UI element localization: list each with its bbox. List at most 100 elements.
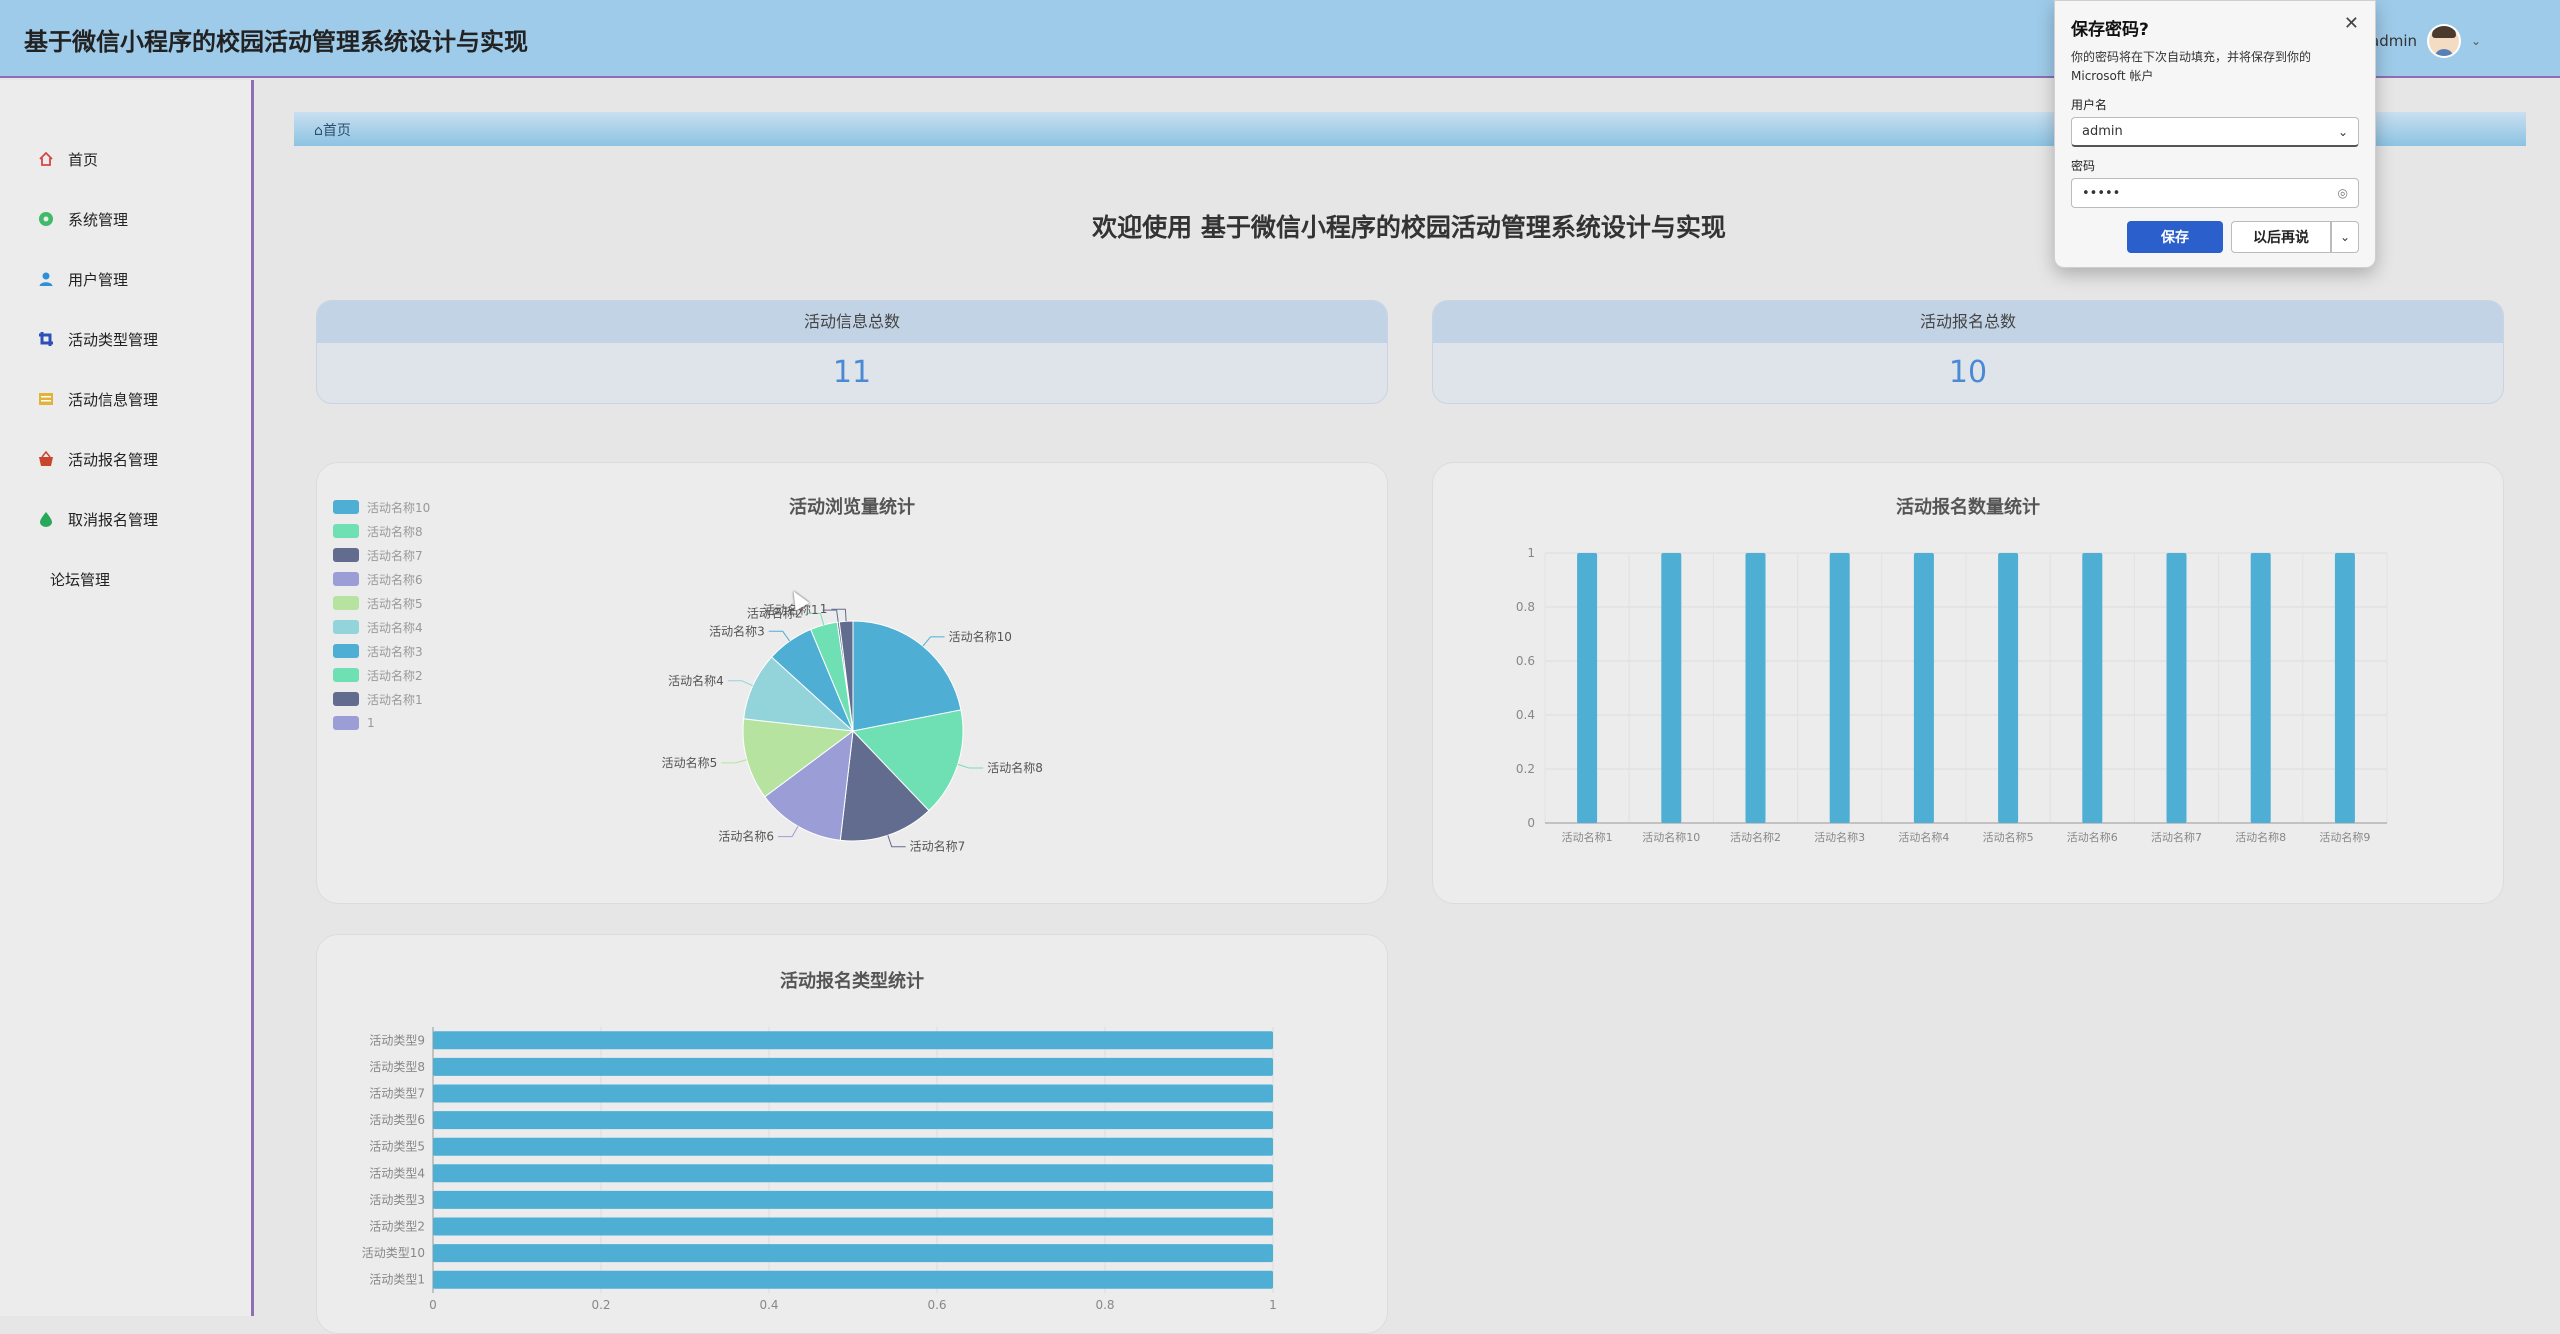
y-tick-label: 活动类型9 xyxy=(369,1033,425,1047)
stat-value: 10 xyxy=(1948,355,1988,390)
bar xyxy=(433,1270,1273,1289)
bar xyxy=(2250,553,2271,823)
drop-icon xyxy=(38,511,54,527)
dialog-title: 保存密码? xyxy=(2071,20,2149,40)
x-tick-label: 0.2 xyxy=(591,1298,610,1312)
sidebar-item-label: 首页 xyxy=(68,150,99,169)
pie-slice-label: 活动名称10 xyxy=(949,629,1012,644)
sidebar-item-forum[interactable]: 论坛管理 xyxy=(50,564,110,594)
home-icon xyxy=(38,151,54,167)
pie-slice-label: 活动名称4 xyxy=(668,673,724,688)
bar xyxy=(2334,553,2355,823)
sidebar-item-users[interactable]: 用户管理 xyxy=(38,264,128,294)
avatar[interactable] xyxy=(2427,24,2461,58)
y-tick-label: 活动类型1 xyxy=(369,1273,425,1287)
save-button[interactable]: 保存 xyxy=(2127,221,2223,253)
hbar-chart-panel: 活动报名类型统计 0 0.2 0.4 0.6 0.8 1 活动类型9 活动类型8 活动类型7 活动… xyxy=(316,934,1388,1334)
sidebar-item-label: 取消报名管理 xyxy=(68,510,159,529)
x-tick-label: 活动名称6 xyxy=(2067,830,2118,844)
x-tick-label: 活动名称10 xyxy=(1642,830,1700,844)
y-tick-label: 活动类型2 xyxy=(369,1220,425,1234)
sidebar-item-label: 活动报名管理 xyxy=(68,450,159,469)
user-menu[interactable]: admin ⌄ xyxy=(2370,24,2481,58)
x-tick-label: 0 xyxy=(429,1298,437,1312)
username-field[interactable]: admin ⌄ xyxy=(2071,117,2359,147)
bar xyxy=(433,1164,1273,1183)
y-tick-label: 活动类型5 xyxy=(369,1140,425,1154)
pie-label-line xyxy=(831,608,847,622)
sidebar-item-activity-info[interactable]: 活动信息管理 xyxy=(38,384,158,414)
bar xyxy=(1577,553,1598,823)
username-label: admin xyxy=(2370,32,2417,50)
x-tick-label: 0.4 xyxy=(759,1298,778,1312)
sidebar-item-activity-types[interactable]: 活动类型管理 xyxy=(38,324,158,354)
y-tick-label: 1 xyxy=(1527,546,1535,560)
close-icon[interactable]: ✕ xyxy=(2344,13,2359,34)
bar xyxy=(433,1031,1273,1050)
bar xyxy=(433,1111,1273,1130)
bar xyxy=(433,1084,1273,1103)
crop-icon xyxy=(38,331,54,347)
stat-label: 活动信息总数 xyxy=(317,301,1387,343)
y-tick-label: 0.8 xyxy=(1516,600,1535,614)
x-tick-label: 0.8 xyxy=(1095,1298,1114,1312)
pie-label-line xyxy=(887,835,906,848)
y-tick-label: 0.2 xyxy=(1516,762,1535,776)
sidebar-item-registrations[interactable]: 活动报名管理 xyxy=(38,444,158,474)
pie-slice-label: 活动名称3 xyxy=(709,623,765,638)
bar xyxy=(433,1244,1273,1263)
pie-slice-label: 活动名称6 xyxy=(718,829,774,844)
dialog-description: 你的密码将在下次自动填充，并将保存到你的 Microsoft 帐户 xyxy=(2071,50,2312,83)
more-options-chevron-icon[interactable]: ⌄ xyxy=(2331,221,2359,253)
x-tick-label: 0.6 xyxy=(927,1298,946,1312)
bar xyxy=(433,1137,1273,1156)
x-tick-label: 活动名称7 xyxy=(2151,830,2202,844)
bar xyxy=(1913,553,1934,823)
breadcrumb-home[interactable]: 首页 xyxy=(323,123,351,139)
x-tick-label: 活动名称1 xyxy=(1562,830,1613,844)
bar xyxy=(1998,553,2019,823)
bar xyxy=(2082,553,2103,823)
stat-card-activities: 活动信息总数 11 xyxy=(316,300,1388,404)
password-label: 密码 xyxy=(2071,159,2096,173)
y-tick-label: 活动类型7 xyxy=(369,1087,425,1101)
stat-value: 11 xyxy=(832,355,872,390)
not-now-button[interactable]: 以后再说 xyxy=(2231,221,2331,253)
sidebar-item-label: 活动信息管理 xyxy=(68,390,159,409)
bar xyxy=(1661,553,1682,823)
sidebar-item-cancellations[interactable]: 取消报名管理 xyxy=(38,504,158,534)
eye-icon[interactable]: ◎ xyxy=(2338,186,2348,200)
sidebar-item-label: 论坛管理 xyxy=(50,570,111,589)
y-tick-label: 活动类型4 xyxy=(369,1166,425,1180)
bar xyxy=(433,1217,1273,1236)
bar xyxy=(433,1190,1273,1209)
chevron-down-icon[interactable]: ⌄ xyxy=(2471,34,2481,48)
pie-label-line xyxy=(727,680,753,687)
sidebar-item-label: 用户管理 xyxy=(68,270,129,289)
pie-chart-panel: 活动浏览量统计 活动名称10 活动名称8 活动名称7 活动名称6 活动名称5 活动名称4 活… xyxy=(316,462,1388,904)
save-password-dialog: 保存密码? ✕ 你的密码将在下次自动填充，并将保存到你的 Microsoft 帐… xyxy=(2054,0,2376,268)
pie-label-line xyxy=(768,630,791,642)
password-field[interactable]: ••••• ◎ xyxy=(2071,178,2359,208)
stat-card-registrations: 活动报名总数 10 xyxy=(1432,300,2504,404)
sidebar-item-label: 活动类型管理 xyxy=(68,330,159,349)
list-icon xyxy=(38,391,54,407)
pie-label-line xyxy=(957,763,984,769)
pie-slice-label: 活动名称8 xyxy=(987,760,1043,775)
x-tick-label: 活动名称3 xyxy=(1814,830,1865,844)
chevron-down-icon[interactable]: ⌄ xyxy=(2338,125,2348,139)
bar xyxy=(1745,553,1766,823)
home-icon[interactable]: ⌂ xyxy=(314,123,323,139)
user-icon xyxy=(38,271,54,287)
app-title: 基于微信小程序的校园活动管理系统设计与实现 xyxy=(24,28,528,56)
pie-slice-label: 活动名称7 xyxy=(910,839,966,854)
bar xyxy=(2166,553,2187,823)
y-tick-label: 0.4 xyxy=(1516,708,1535,722)
y-tick-label: 0.6 xyxy=(1516,654,1535,668)
password-value: ••••• xyxy=(2082,185,2121,201)
sidebar-item-home[interactable]: 首页 xyxy=(38,144,98,174)
x-tick-label: 活动名称9 xyxy=(2319,830,2370,844)
y-tick-label: 活动类型6 xyxy=(369,1113,425,1127)
pie-slice-label: 1 xyxy=(820,602,828,616)
pie-label-line xyxy=(778,826,799,838)
